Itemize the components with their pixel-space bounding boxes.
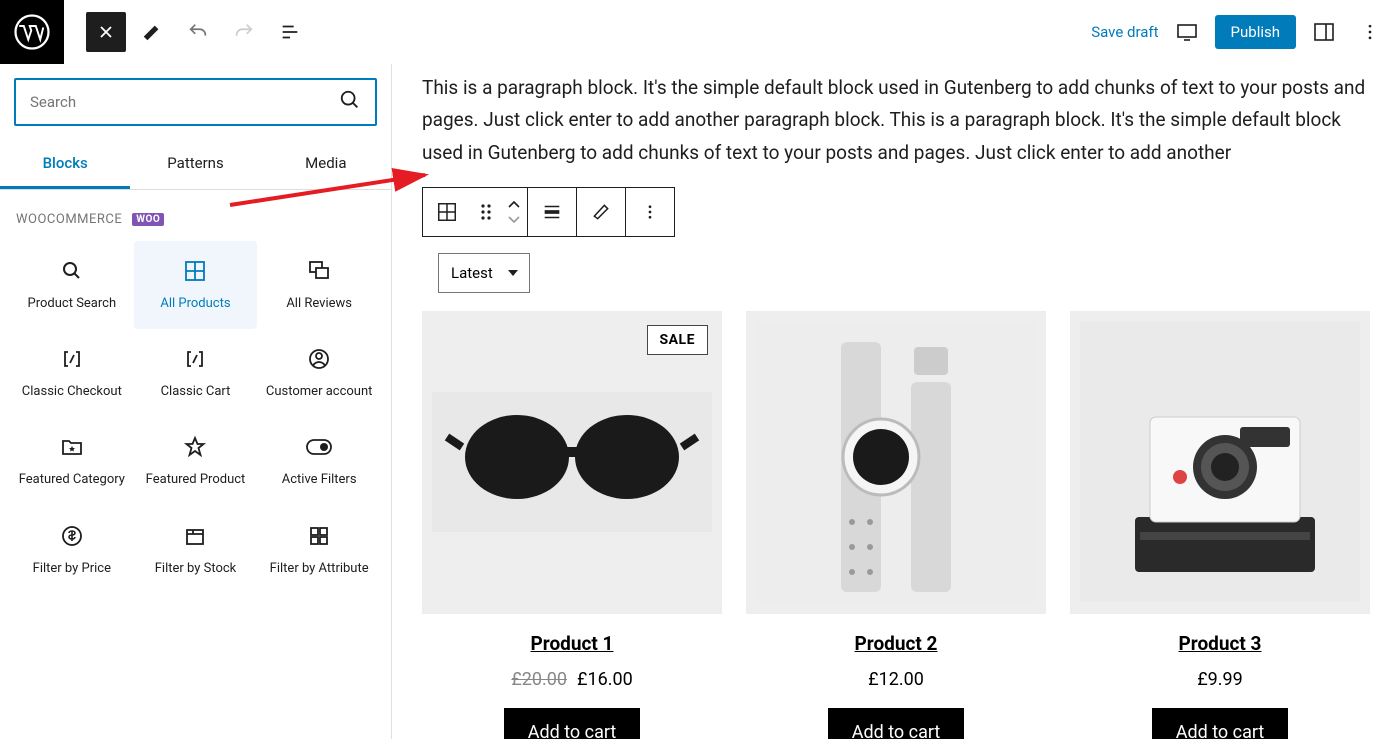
category-label: WOOCOMMERCE [16,212,122,227]
sort-dropdown[interactable]: Latest [438,253,530,293]
toolbar-right: Save draft Publish [1091,14,1388,50]
category-header: WOOCOMMERCE WOO [0,190,391,241]
product-price: £20.00£16.00 [422,669,722,690]
product-card[interactable]: SALE Product 1 £20.00£16.00 Add to cart [422,311,722,739]
block-featured-product[interactable]: Featured Product [134,417,258,505]
block-filter-by-stock[interactable]: Filter by Stock [134,506,258,594]
tab-blocks[interactable]: Blocks [0,140,130,189]
products-grid: SALE Product 1 £20.00£16.00 Add to cart … [422,311,1370,739]
star-icon [183,433,207,461]
sort-dropdown-wrap: Latest [438,253,530,293]
search-icon [339,89,361,115]
edit-tool-icon[interactable] [132,12,172,52]
user-icon [307,345,331,373]
preview-button[interactable] [1169,14,1205,50]
folder-star-icon [60,433,84,461]
product-image [1070,311,1370,614]
tab-media[interactable]: Media [261,140,391,189]
move-up-down[interactable] [501,188,527,236]
block-inserter-panel: Blocks Patterns Media WOOCOMMERCE WOO Pr… [0,64,392,739]
search-input[interactable] [30,93,339,111]
shortcode-icon [183,345,207,373]
block-all-products[interactable]: All Products [134,241,258,329]
woo-badge: WOO [132,213,164,226]
publish-button[interactable]: Publish [1215,15,1296,49]
toggle-icon [306,433,332,461]
product-card[interactable]: Product 2 £12.00 Add to cart [746,311,1046,739]
product-image: SALE [422,311,722,614]
currency-icon [60,522,84,550]
edit-block-button[interactable] [577,188,625,236]
settings-panel-toggle[interactable] [1306,14,1342,50]
block-filter-by-price[interactable]: Filter by Price [10,506,134,594]
block-filter-by-attribute[interactable]: Filter by Attribute [257,506,381,594]
reviews-icon [307,257,331,285]
tab-patterns[interactable]: Patterns [130,140,260,189]
block-grid: Product Search All Products All Reviews … [0,241,391,594]
undo-button[interactable] [178,12,218,52]
product-price: £9.99 [1070,669,1370,690]
block-customer-account[interactable]: Customer account [257,329,381,417]
product-name[interactable]: Product 3 [1070,632,1370,655]
block-toolbar [422,187,675,237]
toolbar-left [0,0,310,64]
save-draft-link[interactable]: Save draft [1091,23,1158,41]
wordpress-logo[interactable] [0,0,64,64]
block-product-search[interactable]: Product Search [10,241,134,329]
paragraph-block[interactable]: This is a paragraph block. It's the simp… [422,64,1370,187]
block-options-button[interactable] [626,188,674,236]
block-type-button[interactable] [423,188,471,236]
category-icon [307,522,331,550]
drag-handle[interactable] [471,188,501,236]
product-price: £12.00 [746,669,1046,690]
options-menu[interactable] [1352,14,1388,50]
product-card[interactable]: Product 3 £9.99 Add to cart [1070,311,1370,739]
block-all-reviews[interactable]: All Reviews [257,241,381,329]
redo-button[interactable] [224,12,264,52]
box-icon [183,522,207,550]
product-name[interactable]: Product 2 [746,632,1046,655]
document-overview-button[interactable] [270,12,310,52]
editor-top-bar: Save draft Publish [0,0,1400,64]
search-icon [60,257,84,285]
add-to-cart-button[interactable]: Add to cart [1152,708,1289,739]
inserter-tabs: Blocks Patterns Media [0,140,391,190]
add-to-cart-button[interactable]: Add to cart [504,708,641,739]
shortcode-icon [60,345,84,373]
block-search-box[interactable] [14,78,377,126]
block-classic-checkout[interactable]: Classic Checkout [10,329,134,417]
align-button[interactable] [528,188,576,236]
add-to-cart-button[interactable]: Add to cart [828,708,965,739]
editor-canvas: This is a paragraph block. It's the simp… [392,64,1400,739]
grid-icon [183,257,207,285]
close-inserter-button[interactable] [86,12,126,52]
sale-badge: SALE [647,325,708,355]
block-featured-category[interactable]: Featured Category [10,417,134,505]
block-classic-cart[interactable]: Classic Cart [134,329,258,417]
block-active-filters[interactable]: Active Filters [257,417,381,505]
product-image [746,311,1046,614]
product-name[interactable]: Product 1 [422,632,722,655]
